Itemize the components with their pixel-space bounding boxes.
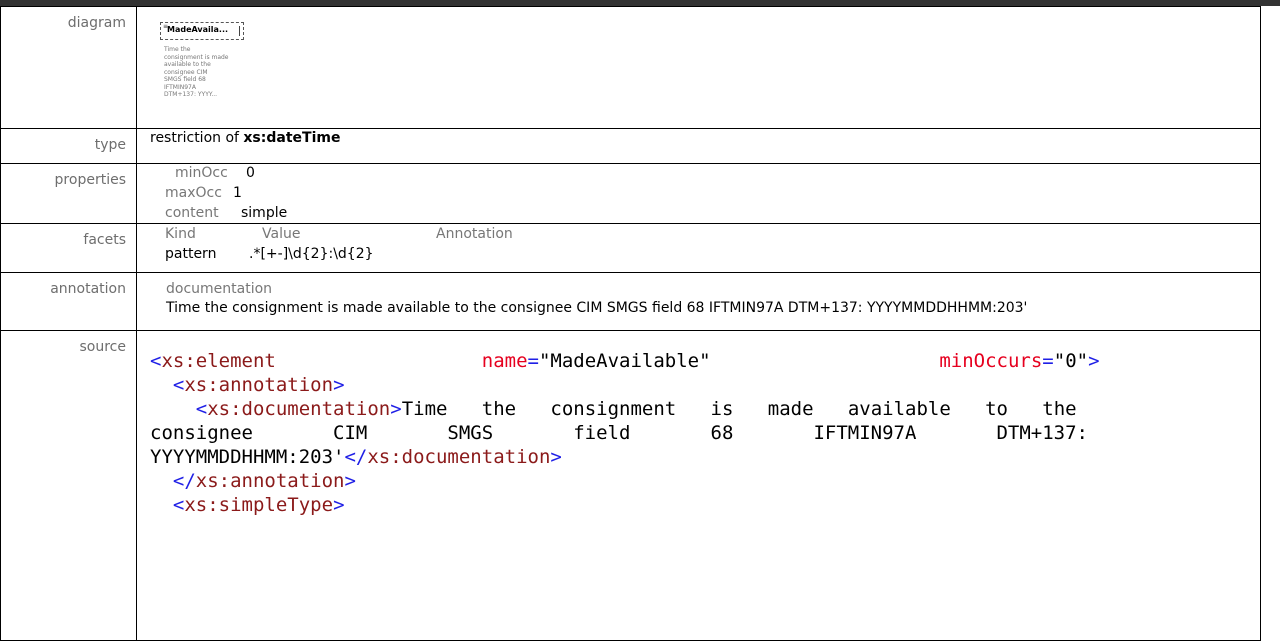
source-line: YYYYMMDDHHMM:203'</xs:documentation>	[150, 446, 562, 468]
source-attr-name: name	[481, 350, 528, 372]
diagram-element-node[interactable]: ≡ MadeAvaila...	[160, 22, 244, 40]
value-properties	[136, 163, 1261, 224]
diagram-doc-line: available to the	[164, 61, 211, 68]
property-key: maxOcc	[165, 185, 222, 201]
label-diagram: diagram	[0, 6, 137, 129]
page: diagram type properties facets annotatio…	[0, 0, 1280, 643]
source-text: consignee CIM SMGS field 68 IFTMIN97A DT…	[150, 422, 1088, 444]
label-type: type	[0, 128, 137, 164]
value-diagram	[136, 6, 1261, 129]
source-line: </xs:annotation>	[172, 470, 356, 492]
diagram-node-doc: Time the consignment is made available t…	[164, 46, 254, 99]
source-code: <xs:element name="MadeAvailable" minOccu…	[150, 349, 1252, 517]
label-annotation: annotation	[0, 272, 137, 331]
facet-header-value: Value	[262, 226, 301, 242]
facet-header-annotation: Annotation	[436, 226, 513, 242]
source-line: <xs:element name="MadeAvailable" minOccu…	[150, 350, 1100, 372]
source-text: Time the consignment is made available t…	[401, 398, 1077, 420]
diagram-doc-line: consignee CIM	[164, 68, 208, 76]
facet-value: .*[+-]\d{2}:\d{2}	[249, 246, 374, 262]
diagram-node-name: MadeAvaila...	[167, 25, 229, 34]
label-facets: facets	[0, 223, 137, 273]
source-tag: xs:annotation	[195, 470, 345, 492]
diagram-doc-line: DTM+137: YYYY...	[164, 91, 218, 98]
annotation-doc-header: documentation	[166, 281, 273, 297]
source-attr-value: "0"	[1053, 350, 1089, 372]
source-attr-name: minOccurs	[939, 350, 1043, 372]
diagram-doc-line: Time the	[164, 46, 191, 53]
source-text: YYYYMMDDHHMM:203'	[150, 446, 345, 468]
facet-header-kind: Kind	[165, 226, 196, 242]
property-value: 1	[233, 185, 242, 201]
source-tag: xs:element	[161, 350, 276, 372]
label-properties: properties	[0, 163, 137, 224]
diagram-doc-line: IFTMIN97A	[164, 83, 196, 91]
source-tag: xs:annotation	[184, 374, 334, 396]
source-tag: xs:simpleType	[184, 494, 334, 516]
type-value: restriction of xs:dateTime	[150, 130, 340, 146]
type-prefix: restriction of	[150, 130, 244, 146]
property-value: 0	[246, 165, 255, 181]
property-value: simple	[241, 205, 288, 221]
label-source: source	[0, 330, 137, 641]
source-line: <xs:annotation>	[172, 374, 345, 396]
source-line: <xs:simpleType>	[172, 494, 345, 516]
type-base-link[interactable]: xs:dateTime	[243, 130, 340, 146]
property-key: content	[165, 205, 219, 221]
source-attr-value: "MadeAvailable"	[538, 350, 711, 372]
diagram-node-bar	[239, 26, 240, 36]
annotation-doc-text: Time the consignment is made available t…	[166, 300, 1028, 316]
source-tag: xs:documentation	[207, 398, 391, 420]
element-table: diagram type properties facets annotatio…	[0, 6, 1261, 641]
source-tag: xs:documentation	[367, 446, 551, 468]
source-line: consignee CIM SMGS field 68 IFTMIN97A DT…	[150, 421, 1252, 445]
diagram-doc-line: consignment is made	[164, 53, 229, 61]
facet-kind: pattern	[165, 246, 217, 262]
source-line: <xs:documentation>Time the consignment i…	[195, 398, 1077, 420]
property-key: minOcc	[175, 165, 228, 181]
diagram-doc-line: SMGS field 68	[164, 76, 206, 83]
